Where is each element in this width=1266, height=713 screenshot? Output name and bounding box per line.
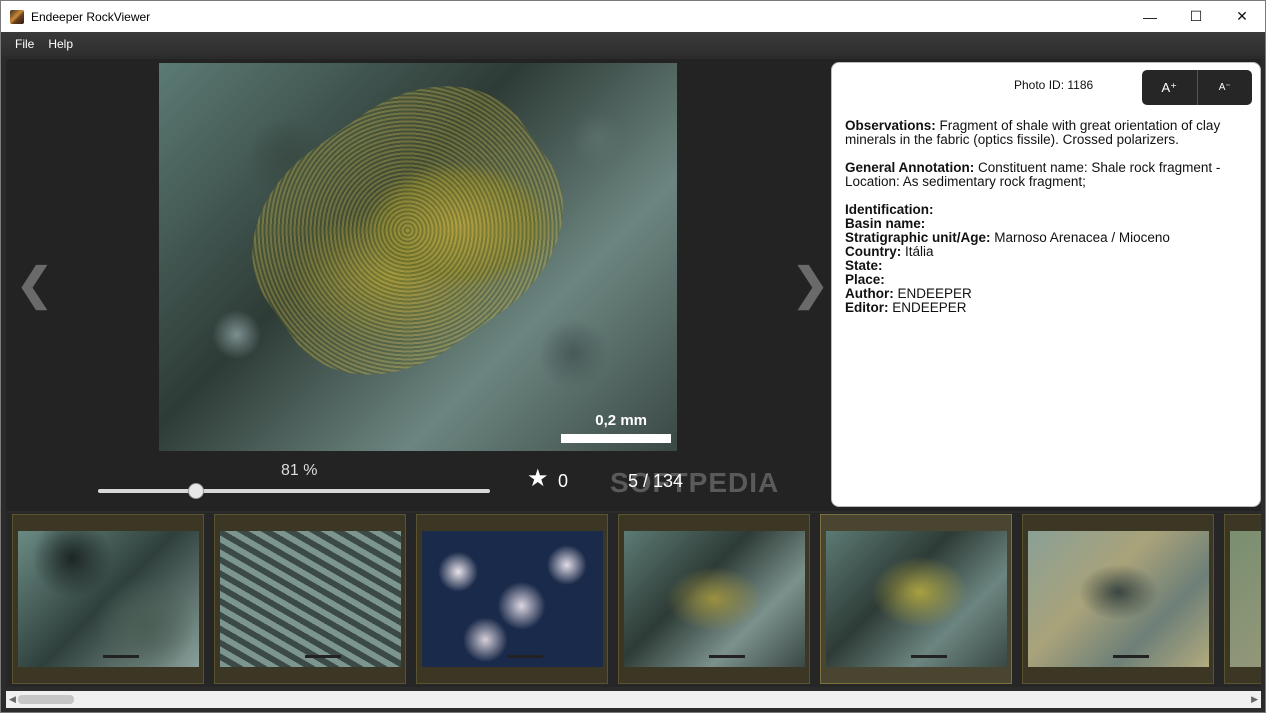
field-label: Stratigraphic unit/Age:	[845, 230, 991, 245]
thumbnail[interactable]	[1022, 514, 1214, 684]
metadata-field: Stratigraphic unit/Age: Marnoso Arenacea…	[845, 231, 1250, 245]
scale-label: 0,2 mm	[595, 412, 647, 429]
metadata-field: Basin name:	[845, 217, 1250, 231]
maximize-button[interactable]: ☐	[1173, 1, 1219, 32]
zoom-level: 81 %	[281, 462, 318, 479]
rock-app-icon	[10, 9, 24, 24]
info-body: Observations: Fragment of shale with gre…	[845, 119, 1250, 315]
field-label: Editor:	[845, 300, 889, 315]
chevron-right-icon[interactable]: ❯	[792, 259, 829, 310]
field-label: Country:	[845, 244, 902, 259]
scrollbar-thumb[interactable]	[18, 695, 74, 704]
thumbnail-scale-bar	[305, 655, 341, 658]
photo-counter: 5 / 134	[628, 471, 684, 491]
zoom-slider-thumb[interactable]	[188, 483, 204, 499]
font-increase-button[interactable]: A⁺	[1142, 70, 1198, 105]
thumbnail-image	[422, 531, 603, 667]
title-bar: Endeeper RockViewer — ☐ ✕	[1, 1, 1265, 32]
chevron-left-icon[interactable]: ❮	[16, 259, 53, 310]
field-value: ENDEEPER	[897, 286, 972, 301]
field-label: Identification:	[845, 202, 934, 217]
field-label: State:	[845, 258, 883, 273]
minimize-button[interactable]: —	[1127, 1, 1173, 32]
scale-bar	[561, 434, 671, 443]
window-controls: — ☐ ✕	[1127, 1, 1265, 32]
metadata-field: Country: Itália	[845, 245, 1250, 259]
thumbnail-image	[624, 531, 805, 667]
metadata-field: Identification:	[845, 203, 1250, 217]
menu-file[interactable]: File	[8, 37, 41, 51]
thumbnail[interactable]	[12, 514, 204, 684]
metadata-field: Place:	[845, 273, 1250, 287]
window-title: Endeeper RockViewer	[31, 9, 151, 24]
viewer-area: ❮ 0,2 mm ❯ 81 % ★ 0 SOFTPEDIA 5 / 134 Ph…	[6, 59, 1261, 511]
field-label: Author:	[845, 286, 894, 301]
field-label: Place:	[845, 272, 885, 287]
menu-bar: File Help	[1, 32, 1265, 56]
thumbnail-image	[18, 531, 199, 667]
zoom-slider[interactable]	[98, 489, 490, 493]
thumbnail-image	[220, 531, 401, 667]
thumbnail[interactable]	[214, 514, 406, 684]
favorite-count: 0	[558, 471, 569, 491]
metadata-fields: Identification: Basin name: Stratigraphi…	[845, 203, 1250, 315]
metadata-field: Author: ENDEEPER	[845, 287, 1250, 301]
font-decrease-button[interactable]: A⁻	[1198, 70, 1253, 105]
thumbnail-image	[1230, 531, 1261, 667]
photo-id: Photo ID: 1186	[1014, 78, 1094, 92]
thumbnail-scale-bar	[709, 655, 745, 658]
thumbnail[interactable]	[820, 514, 1012, 684]
observations: Observations: Fragment of shale with gre…	[845, 119, 1250, 147]
thumbnail-scale-bar	[507, 655, 543, 658]
field-label: Basin name:	[845, 216, 926, 231]
close-button[interactable]: ✕	[1219, 1, 1265, 32]
star-icon[interactable]: ★	[527, 464, 549, 493]
thumbnail[interactable]	[1224, 514, 1261, 684]
field-value: Marnoso Arenacea / Mioceno	[994, 230, 1170, 245]
general-annotation: General Annotation: Constituent name: Sh…	[845, 161, 1250, 189]
horizontal-scrollbar[interactable]: ◀ ▶	[6, 691, 1261, 708]
annotation-label: General Annotation:	[845, 160, 975, 175]
scroll-left-icon[interactable]: ◀	[9, 694, 16, 705]
thumbnail-scale-bar	[103, 655, 139, 658]
menu-help[interactable]: Help	[41, 37, 80, 51]
main-photo: 0,2 mm	[159, 63, 677, 451]
thumbnail-image	[1028, 531, 1209, 667]
app-window: Endeeper RockViewer — ☐ ✕ File Help ❮ 0,…	[0, 0, 1266, 713]
thumbnail-strip	[6, 513, 1261, 687]
metadata-field: Editor: ENDEEPER	[845, 301, 1250, 315]
thumbnail-image	[826, 531, 1007, 667]
thumbnail-scale-bar	[1113, 655, 1149, 658]
observations-label: Observations:	[845, 118, 936, 133]
info-panel: Photo ID: 1186 A⁺ A⁻ Observations: Fragm…	[831, 62, 1261, 507]
scroll-right-icon[interactable]: ▶	[1251, 694, 1258, 705]
thumbnail-scale-bar	[911, 655, 947, 658]
metadata-field: State:	[845, 259, 1250, 273]
field-value: ENDEEPER	[892, 300, 967, 315]
thumbnail[interactable]	[618, 514, 810, 684]
thumbnail[interactable]	[416, 514, 608, 684]
font-size-controls: A⁺ A⁻	[1142, 70, 1252, 105]
field-value: Itália	[905, 244, 934, 259]
